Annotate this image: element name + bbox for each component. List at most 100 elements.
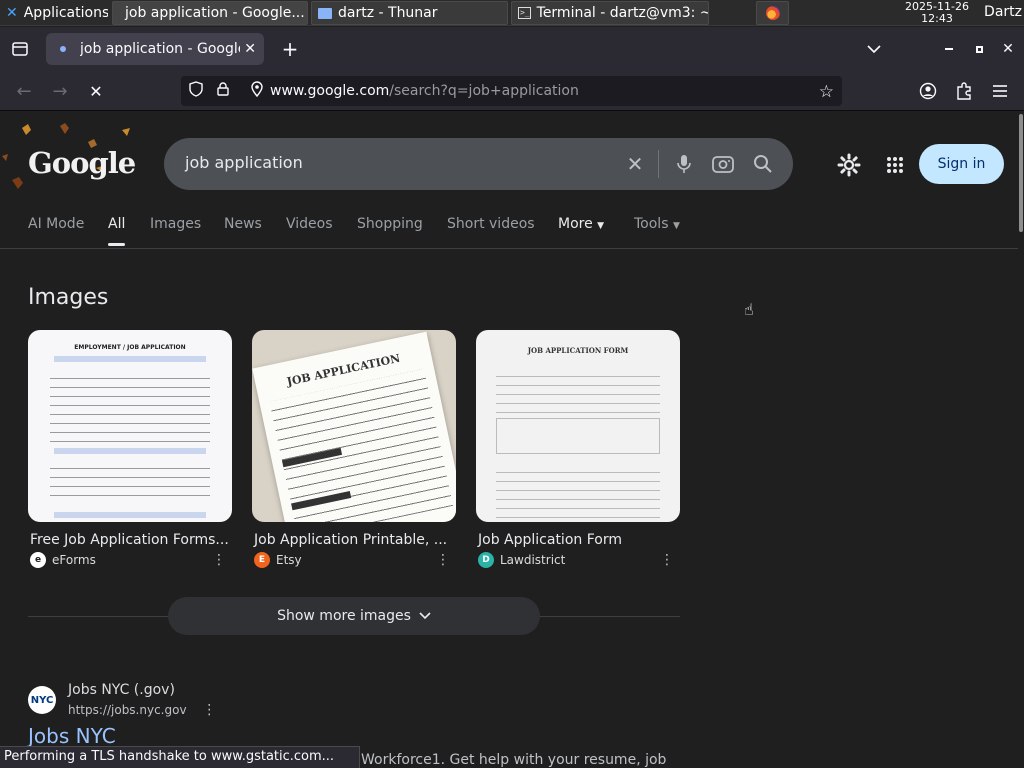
account-icon: [919, 82, 937, 100]
stop-loading-button[interactable]: ✕: [86, 81, 106, 101]
search-input[interactable]: job application: [185, 153, 303, 172]
browser-tab-strip: job application - Google S ✕ + ✕: [0, 27, 1024, 71]
folder-icon: [318, 7, 332, 19]
images-section-heading: Images: [28, 285, 109, 310]
image-card-title[interactable]: Job Application Printable, ...: [252, 532, 456, 548]
plus-icon: +: [281, 37, 299, 61]
google-results-page: Google job application ✕ Sign in AI Mode…: [0, 112, 1018, 768]
tab-tools[interactable]: Tools ▼: [634, 216, 680, 232]
image-result-card[interactable]: JOB APPLICATION FORM Job Application For…: [476, 330, 680, 568]
close-window-button[interactable]: ✕: [999, 39, 1017, 59]
minimize-button[interactable]: [940, 39, 958, 59]
url-path: /search?q=job+application: [389, 83, 579, 99]
image-result-card[interactable]: EMPLOYMENT / JOB APPLICATION Free Job Ap…: [28, 330, 232, 568]
result-snippet: Workforce1. Get help with your resume, j…: [361, 752, 667, 768]
more-options-icon[interactable]: ⋮: [212, 552, 226, 568]
account-button[interactable]: [918, 81, 938, 101]
thumbnail-form-heading: EMPLOYMENT / JOB APPLICATION: [74, 344, 186, 351]
tab-videos[interactable]: Videos: [286, 216, 333, 232]
tab-shopping[interactable]: Shopping: [357, 216, 423, 232]
terminal-icon: >_: [518, 7, 531, 19]
applications-icon: ✕: [6, 5, 18, 21]
tab-all[interactable]: All: [108, 216, 126, 246]
image-card-title[interactable]: Job Application Form: [476, 532, 680, 548]
tab-images[interactable]: Images: [150, 216, 201, 232]
tab-more[interactable]: More ▼: [558, 216, 604, 232]
location-permission-icon[interactable]: [251, 81, 267, 101]
search-box[interactable]: job application ✕: [164, 138, 793, 190]
extensions-button[interactable]: [954, 81, 974, 101]
more-options-icon[interactable]: ⋮: [202, 702, 216, 718]
image-thumbnail[interactable]: JOB APPLICATION: [252, 330, 456, 522]
taskbar-window-firefox[interactable]: job application - Google...: [112, 1, 308, 25]
taskbar-window-terminal[interactable]: >_ Terminal - dartz@vm3: ~: [511, 1, 709, 25]
show-more-label: Show more images: [277, 608, 411, 624]
search-divider: [658, 150, 659, 178]
lens-search-icon[interactable]: [711, 152, 735, 176]
firefox-view-button[interactable]: [10, 40, 30, 58]
result-url-row[interactable]: https://jobs.nyc.gov ⋮: [68, 702, 216, 718]
stop-icon: ✕: [89, 81, 103, 101]
google-logo[interactable]: Google: [0, 118, 140, 198]
nyc-favicon[interactable]: NYC: [28, 686, 56, 714]
taskbar-window-label: job application - Google...: [125, 5, 305, 21]
forward-button[interactable]: →: [50, 81, 70, 102]
result-title-link[interactable]: Jobs NYC: [28, 724, 116, 748]
image-card-source-name: eForms: [52, 553, 96, 567]
tracking-protection-icon[interactable]: [189, 81, 205, 101]
bookmark-star-icon[interactable]: ☆: [819, 82, 834, 102]
minimize-icon: [945, 48, 953, 50]
close-tab-icon[interactable]: ✕: [244, 41, 256, 57]
puzzle-icon: [957, 82, 971, 100]
image-result-card[interactable]: JOB APPLICATION Job Application Printabl…: [252, 330, 456, 568]
search-icon[interactable]: [751, 152, 775, 176]
voice-search-icon[interactable]: [672, 152, 696, 176]
more-options-icon[interactable]: ⋮: [660, 552, 674, 568]
sign-in-button[interactable]: Sign in: [919, 144, 1004, 184]
app-menu-button[interactable]: [990, 81, 1010, 101]
tab-short-videos[interactable]: Short videos: [447, 216, 535, 232]
tab-loading-icon: [60, 46, 66, 52]
caret-down-icon: ▼: [672, 221, 680, 231]
image-card-source[interactable]: D Lawdistrict ⋮: [476, 552, 680, 568]
more-options-icon[interactable]: ⋮: [436, 552, 450, 568]
list-all-tabs-button[interactable]: [864, 39, 884, 59]
image-card-source[interactable]: e eForms ⋮: [28, 552, 232, 568]
settings-button[interactable]: [836, 152, 862, 178]
image-thumbnail[interactable]: EMPLOYMENT / JOB APPLICATION: [28, 330, 232, 522]
applications-menu[interactable]: ✕ Applications: [0, 1, 108, 25]
clear-search-icon[interactable]: ✕: [623, 152, 647, 176]
image-card-title[interactable]: Free Job Application Forms...: [28, 532, 232, 548]
browser-tab-active[interactable]: job application - Google S ✕: [46, 33, 264, 65]
lawdistrict-icon: D: [478, 552, 494, 568]
back-button[interactable]: ←: [14, 80, 34, 102]
google-apps-button[interactable]: [884, 154, 906, 176]
maximize-button[interactable]: [970, 39, 988, 59]
google-logo-text: Google: [28, 146, 136, 180]
page-scrollbar-thumb[interactable]: [1019, 114, 1023, 232]
applications-label: Applications: [23, 5, 108, 21]
image-card-source[interactable]: E Etsy ⋮: [252, 552, 456, 568]
clock-time: 12:43: [921, 12, 953, 25]
taskbar-window-thunar[interactable]: dartz - Thunar: [311, 1, 508, 25]
tab-news[interactable]: News: [224, 216, 262, 232]
apps-grid-icon: [887, 157, 903, 173]
result-url: https://jobs.nyc.gov: [68, 703, 187, 717]
user-menu[interactable]: Dartz: [984, 4, 1022, 20]
browser-status-text: Performing a TLS handshake to www.gstati…: [0, 746, 360, 768]
image-card-source-name: Etsy: [276, 553, 302, 567]
tabs-divider: [0, 248, 1018, 249]
tray-firefox-launcher[interactable]: [756, 1, 789, 25]
tab-ai-mode[interactable]: AI Mode: [28, 216, 84, 232]
new-tab-button[interactable]: +: [280, 37, 300, 61]
thumbnail-form-heading: JOB APPLICATION FORM: [527, 346, 629, 355]
back-arrow-icon: ←: [16, 80, 32, 102]
clock[interactable]: 2025-11-26 12:43: [894, 0, 980, 26]
chevron-down-icon: [419, 612, 431, 620]
image-thumbnail[interactable]: JOB APPLICATION FORM: [476, 330, 680, 522]
show-more-images-button[interactable]: Show more images: [168, 597, 540, 635]
firefox-icon: [765, 6, 780, 20]
lock-icon[interactable]: [217, 82, 231, 100]
result-site-name[interactable]: Jobs NYC (.gov): [68, 682, 175, 698]
url-bar[interactable]: www.google.com/search?q=job+application …: [181, 76, 842, 106]
